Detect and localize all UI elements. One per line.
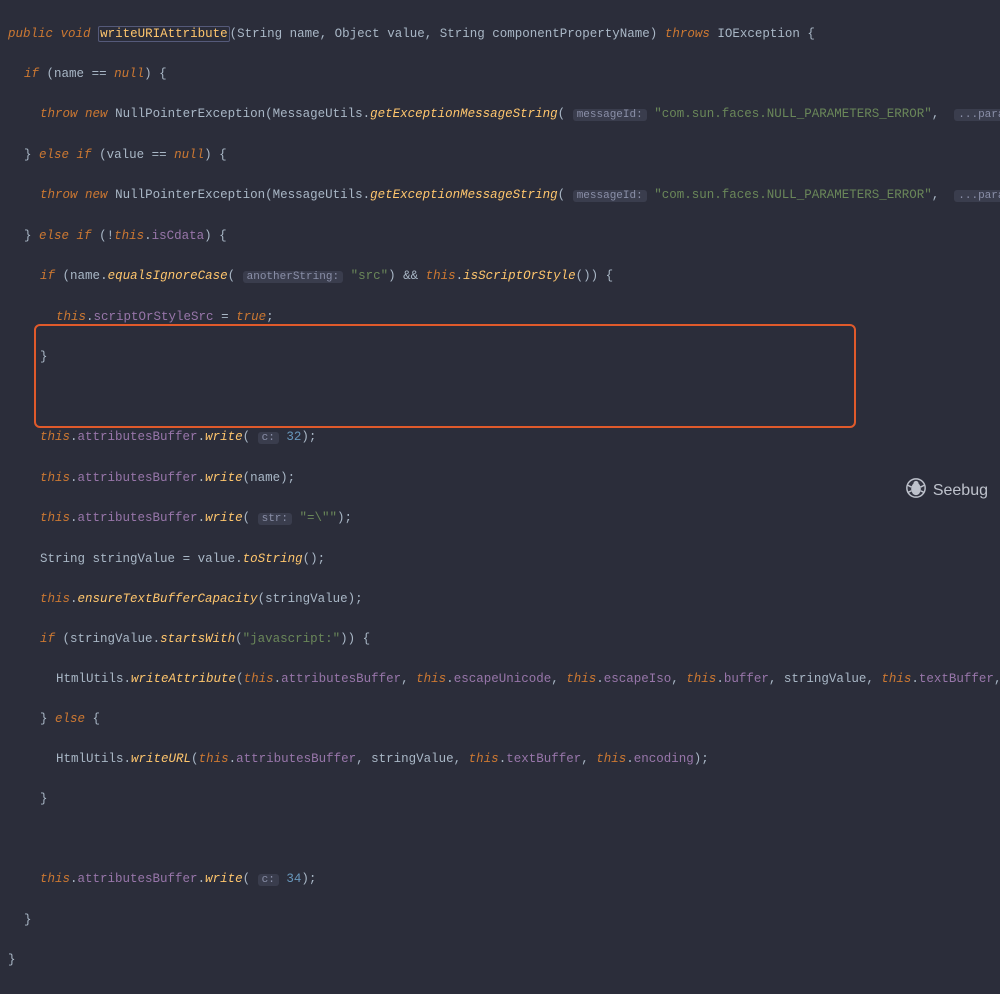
code-line: this.scriptOrStyleSrc = true; <box>8 307 1000 327</box>
code-line: if (name == null) { <box>8 64 1000 84</box>
inline-hint: c: <box>258 432 279 444</box>
code-line: this.attributesBuffer.write( str: "=\"")… <box>8 508 1000 529</box>
inline-hint: anotherString: <box>243 271 343 283</box>
code-line: throw new NullPointerException(MessageUt… <box>8 185 1000 206</box>
watermark-text: Seebug <box>933 481 988 501</box>
code-line: } else { <box>8 709 1000 729</box>
code-line: throw new NullPointerException(MessageUt… <box>8 104 1000 125</box>
inline-hint: ...params: <box>954 190 1000 202</box>
code-line: } <box>8 789 1000 809</box>
inline-hint: c: <box>258 874 279 886</box>
code-line <box>8 829 1000 849</box>
keyword-public: public <box>8 27 53 41</box>
code-line: this.attributesBuffer.write(name); <box>8 468 1000 488</box>
inline-hint: messageId: <box>573 109 647 121</box>
code-line: HtmlUtils.writeURL(this.attributesBuffer… <box>8 749 1000 769</box>
code-line: this.ensureTextBufferCapacity(stringValu… <box>8 589 1000 609</box>
code-line: String stringValue = value.toString(); <box>8 549 1000 569</box>
code-line: } else if (!this.isCdata) { <box>8 226 1000 246</box>
code-line: if (stringValue.startsWith("javascript:"… <box>8 629 1000 649</box>
code-line: this.attributesBuffer.write( c: 34); <box>8 869 1000 890</box>
code-line <box>8 387 1000 407</box>
seebug-watermark: Seebug <box>905 477 988 505</box>
inline-hint: messageId: <box>573 190 647 202</box>
inline-hint: str: <box>258 513 292 525</box>
code-editor[interactable]: public void writeURIAttribute(String nam… <box>0 0 1000 994</box>
seebug-icon <box>905 477 927 505</box>
method-declaration-name: writeURIAttribute <box>98 26 230 42</box>
code-line: this.attributesBuffer.write( c: 32); <box>8 427 1000 448</box>
code-line: } else if (value == null) { <box>8 145 1000 165</box>
code-line: } <box>8 950 1000 970</box>
inline-hint: ...params: <box>954 109 1000 121</box>
code-line: public void writeURIAttribute(String nam… <box>8 24 1000 44</box>
keyword-void: void <box>61 27 91 41</box>
code-line: } <box>8 347 1000 367</box>
code-line: } <box>8 910 1000 930</box>
code-line: HtmlUtils.writeAttribute(this.attributes… <box>8 669 1000 689</box>
code-line: if (name.equalsIgnoreCase( anotherString… <box>8 266 1000 287</box>
